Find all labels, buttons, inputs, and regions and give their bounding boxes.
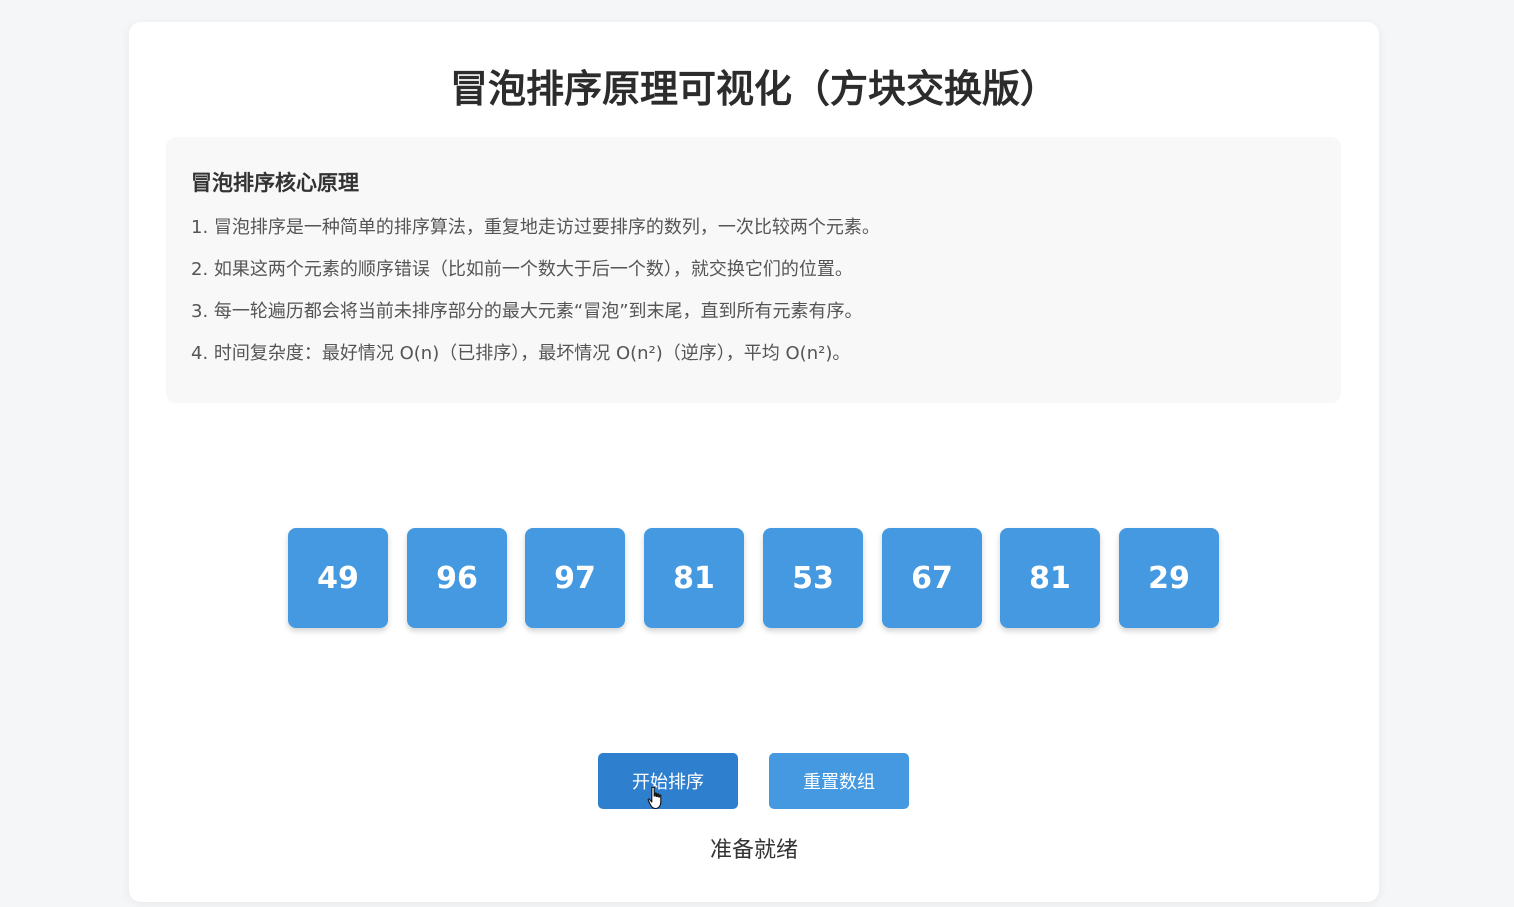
array-block-2: 96 <box>407 528 507 628</box>
page-title: 冒泡排序原理可视化（方块交换版） <box>449 67 1058 111</box>
status-text: 准备就绪 <box>709 838 798 863</box>
array-block-7: 81 <box>1000 528 1100 628</box>
hand-pointer-icon <box>647 786 662 810</box>
array-block-4: 81 <box>644 528 744 628</box>
principle-panel: 冒泡排序核心原理 1. 冒泡排序是一种简单的排序算法，重复地走访过要排序的数列，… <box>166 137 1341 403</box>
start-sort-button[interactable]: 开始排序 <box>598 753 738 809</box>
array-block-1: 49 <box>288 528 388 628</box>
array-blocks: 49 96 97 81 53 67 81 29 <box>129 528 1379 628</box>
array-block-8: 29 <box>1119 528 1219 628</box>
array-block-3: 97 <box>525 528 625 628</box>
array-block-5: 53 <box>763 528 863 628</box>
reset-array-button[interactable]: 重置数组 <box>769 753 909 809</box>
main-card: 冒泡排序原理可视化（方块交换版） 冒泡排序核心原理 1. 冒泡排序是一种简单的排… <box>129 22 1379 902</box>
array-block-6: 67 <box>882 528 982 628</box>
principle-heading: 冒泡排序核心原理 <box>191 171 359 195</box>
principle-line-2: 2. 如果这两个元素的顺序错误（比如前一个数大于后一个数），就交换它们的位置。 <box>191 259 853 280</box>
principle-line-3: 3. 每一轮遍历都会将当前未排序部分的最大元素“冒泡”到末尾，直到所有元素有序。 <box>191 301 863 322</box>
principle-line-4: 4. 时间复杂度：最好情况 O(n)（已排序），最坏情况 O(n²)（逆序），平… <box>191 343 851 364</box>
principle-line-1: 1. 冒泡排序是一种简单的排序算法，重复地走访过要排序的数列，一次比较两个元素。 <box>191 217 880 238</box>
